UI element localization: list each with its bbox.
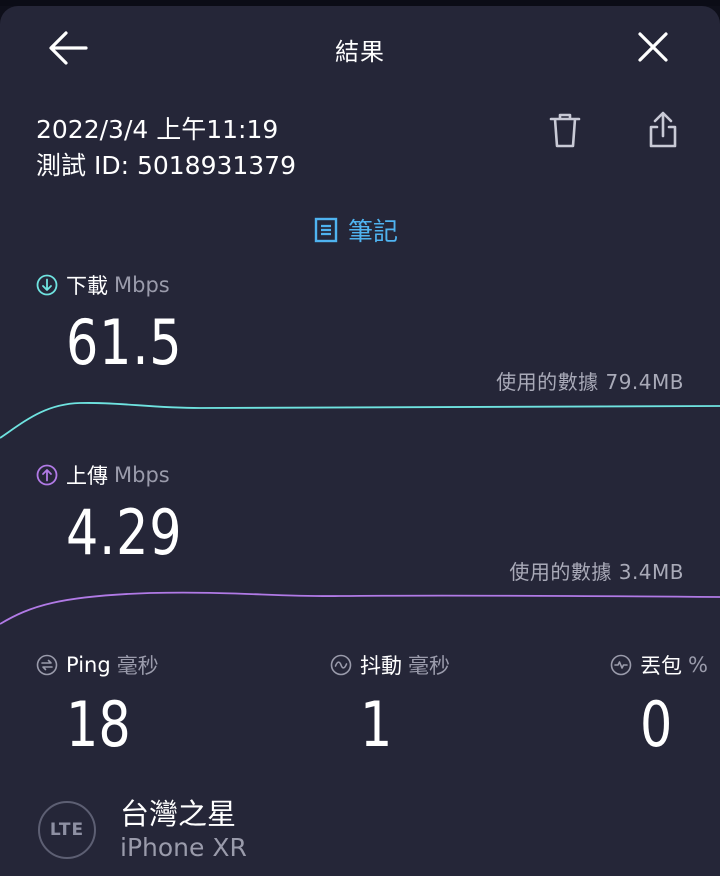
jitter-icon bbox=[330, 654, 352, 676]
upload-value: 4.29 bbox=[66, 496, 183, 569]
ping-label: Ping bbox=[66, 653, 111, 677]
results-screen: 結果 2022/3/4 上午11:19 測試 ID: 5018931379 筆記 bbox=[0, 6, 720, 876]
notes-label: 筆記 bbox=[348, 217, 399, 246]
lte-badge: LTE bbox=[38, 801, 96, 859]
page-title: 結果 bbox=[335, 38, 385, 66]
trash-icon bbox=[549, 113, 581, 148]
ping-label-row: Ping 毫秒 bbox=[36, 650, 159, 680]
loss-label-row: 丟包 % bbox=[610, 650, 708, 680]
upload-graph bbox=[0, 591, 720, 625]
upload-label-row: 上傳 Mbps bbox=[36, 460, 170, 490]
ping-value: 18 bbox=[66, 688, 131, 761]
jitter-value: 1 bbox=[360, 688, 393, 761]
carrier-name: 台灣之星 bbox=[120, 797, 237, 831]
network-info: LTE 台灣之星 iPhone XR bbox=[38, 796, 247, 864]
download-label-row: 下載 Mbps bbox=[36, 270, 170, 300]
jitter-label-row: 抖動 毫秒 bbox=[330, 650, 450, 680]
loss-unit: % bbox=[688, 653, 708, 677]
nav-bar: 結果 bbox=[0, 6, 720, 90]
upload-label: 上傳 bbox=[66, 464, 108, 488]
close-icon bbox=[638, 32, 668, 62]
close-button[interactable] bbox=[632, 28, 674, 68]
download-label: 下載 bbox=[66, 274, 108, 298]
upload-unit: Mbps bbox=[114, 463, 170, 487]
loss-value: 0 bbox=[640, 688, 673, 761]
loss-label: 丟包 bbox=[640, 654, 682, 678]
share-icon bbox=[649, 111, 677, 148]
ping-unit: 毫秒 bbox=[116, 654, 159, 678]
download-unit: Mbps bbox=[114, 273, 170, 297]
test-id: 測試 ID: 5018931379 bbox=[36, 151, 296, 180]
download-icon bbox=[36, 274, 58, 296]
device-name: iPhone XR bbox=[120, 833, 247, 862]
upload-icon bbox=[36, 464, 58, 486]
notes-button[interactable]: 筆記 bbox=[314, 212, 398, 248]
download-value: 61.5 bbox=[66, 306, 183, 379]
jitter-unit: 毫秒 bbox=[408, 654, 450, 678]
packet-loss-icon bbox=[610, 654, 632, 676]
share-button[interactable] bbox=[645, 110, 681, 150]
jitter-label: 抖動 bbox=[360, 654, 402, 678]
delete-button[interactable] bbox=[547, 110, 583, 150]
ping-icon bbox=[36, 654, 58, 676]
result-meta: 2022/3/4 上午11:19 測試 ID: 5018931379 bbox=[36, 112, 296, 184]
notes-icon bbox=[314, 217, 338, 243]
download-graph bbox=[0, 401, 720, 439]
result-date: 2022/3/4 上午11:19 bbox=[36, 115, 279, 144]
